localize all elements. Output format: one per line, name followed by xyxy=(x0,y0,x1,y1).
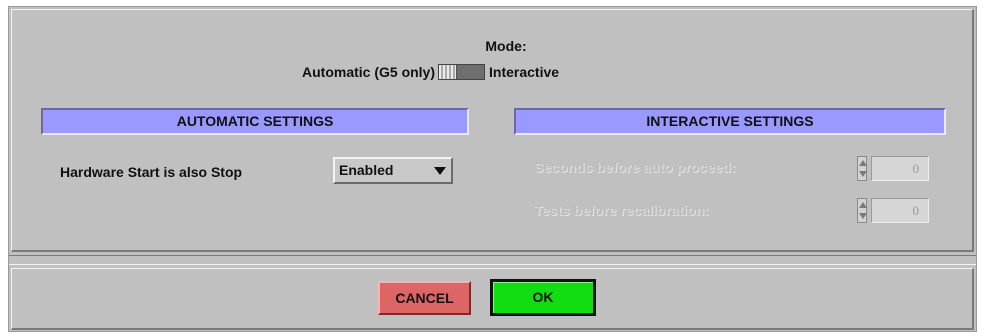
hardware-start-value: Enabled xyxy=(339,162,394,178)
tests-input[interactable]: 0 xyxy=(871,198,929,223)
tests-before-recalibration-label: Tests before recalibration: xyxy=(534,202,709,218)
spinner-down-icon[interactable] xyxy=(859,213,867,219)
seconds-input[interactable]: 0 xyxy=(871,156,929,181)
settings-panel: Mode: Automatic (G5 only) Interactive AU… xyxy=(11,9,974,252)
mode-label: Mode: xyxy=(485,38,527,54)
tests-spinner[interactable] xyxy=(857,198,867,223)
mode-row: Automatic (G5 only) Interactive xyxy=(302,64,559,80)
toggle-knob[interactable] xyxy=(439,65,458,79)
spinner-down-icon[interactable] xyxy=(859,171,867,177)
spinner-up-icon[interactable] xyxy=(859,160,867,166)
automatic-settings-header: AUTOMATIC SETTINGS xyxy=(41,108,469,135)
mode-toggle-switch[interactable] xyxy=(438,64,486,80)
settings-dialog: Mode: Automatic (G5 only) Interactive AU… xyxy=(8,6,977,332)
spinner-up-icon[interactable] xyxy=(859,202,867,208)
cancel-button[interactable]: CANCEL xyxy=(378,281,471,315)
dropdown-arrow-icon[interactable] xyxy=(434,167,446,175)
hardware-start-label: Hardware Start is also Stop xyxy=(60,164,243,180)
seconds-before-auto-proceed-label: Seconds before auto proceed: xyxy=(534,159,736,175)
button-bar: CANCEL OK xyxy=(11,268,974,330)
hardware-start-select[interactable]: Enabled xyxy=(333,157,453,184)
footer-divider xyxy=(9,255,976,265)
interactive-settings-header: INTERACTIVE SETTINGS xyxy=(514,108,946,135)
mode-automatic-label: Automatic (G5 only) xyxy=(302,64,436,80)
ok-button[interactable]: OK xyxy=(490,279,596,316)
seconds-spinner[interactable] xyxy=(857,156,867,181)
mode-interactive-label: Interactive xyxy=(489,64,560,80)
